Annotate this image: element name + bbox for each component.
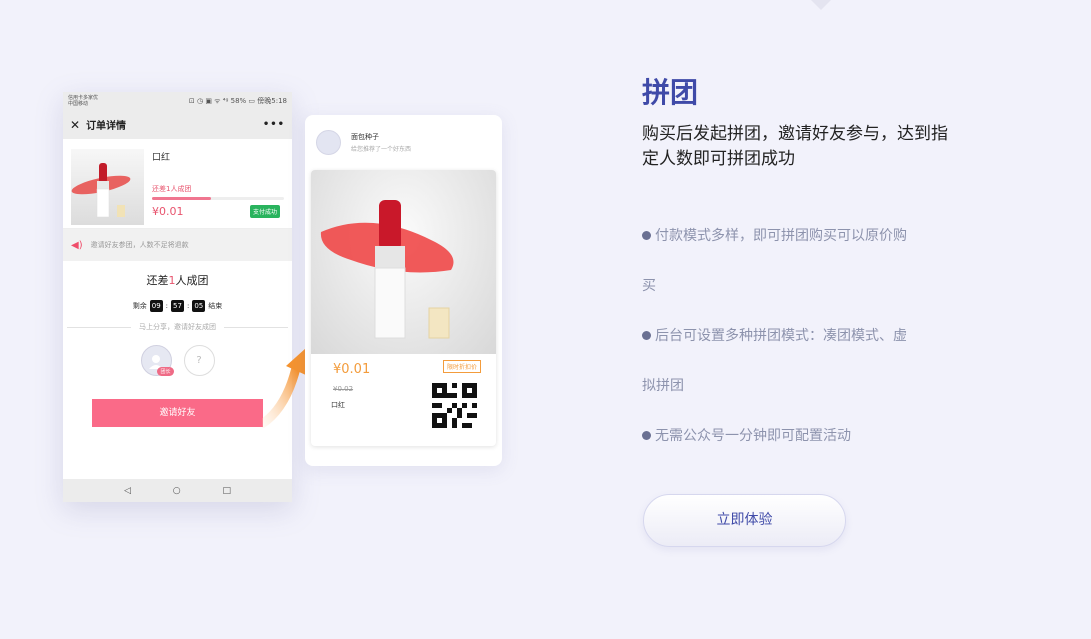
- poster-price: ¥0.01: [333, 362, 371, 377]
- carrier-info: 信用卡多家优 中国移动: [68, 95, 98, 107]
- phone-mockup: 信用卡多家优 中国移动 ⊡ ◷ ▣ ᯤ ⁴ᵍ 58% ▭ 傍晚5:18 ✕ 订单…: [63, 92, 292, 502]
- share-poster-card: 面包种子 给您推荐了一个好东西 ¥0.01 ¥0.02 口红 限时折扣价: [305, 115, 502, 466]
- bullet-dot: [642, 431, 651, 440]
- timer-suffix: 结束: [208, 302, 223, 310]
- bullet-dot: [642, 231, 651, 240]
- feature-item-text: 买: [642, 278, 656, 294]
- speaker-icon: ◀): [71, 239, 83, 251]
- timer-hours: 09: [149, 300, 163, 312]
- top-notch-indicator: [811, 0, 831, 10]
- poster-user-name: 面包种子: [351, 133, 379, 141]
- timer-seconds: 05: [192, 300, 206, 312]
- share-hint: 马上分享，邀请好友成团: [139, 323, 216, 331]
- more-icon[interactable]: •••: [263, 119, 285, 130]
- share-divider: 马上分享，邀请好友成团: [67, 322, 288, 332]
- feature-item-1-cont: 买: [642, 275, 656, 295]
- empty-member-slot[interactable]: ?: [183, 345, 215, 376]
- notice-bar: ◀) 邀请好友参团，人数不足将退款: [63, 229, 292, 261]
- group-lack-text: 还差1人成团: [152, 185, 192, 193]
- feature-item-2-cont: 拟拼团: [642, 375, 684, 395]
- feature-item-2: 后台可设置多种拼团模式：凑团模式、虚: [642, 325, 907, 345]
- group-progress-fill: [152, 197, 212, 200]
- try-now-button[interactable]: 立即体验: [643, 494, 846, 547]
- member-avatars: 团长 ?: [63, 345, 292, 376]
- poster-original-price: ¥0.02: [333, 385, 354, 393]
- lack-number: 1: [168, 274, 176, 287]
- status-bar: 信用卡多家优 中国移动 ⊡ ◷ ▣ ᯤ ⁴ᵍ 58% ▭ 傍晚5:18: [63, 92, 292, 110]
- divider-line-left: [67, 326, 131, 328]
- feature-item-1: 付款模式多样，即可拼团购买可以原价购: [642, 225, 907, 245]
- notice-text: 邀请好友参团，人数不足将退款: [90, 241, 189, 249]
- close-icon[interactable]: ✕: [70, 118, 80, 132]
- group-status-heading: 还差1人成团: [63, 272, 292, 288]
- carrier-line-2: 中国移动: [68, 101, 89, 107]
- timer-prefix: 剩余: [132, 302, 147, 310]
- leader-avatar: 团长: [140, 345, 174, 376]
- feature-title: 拼团: [642, 76, 699, 109]
- product-name: 口红: [152, 153, 171, 163]
- poster-body: ¥0.01 ¥0.02 口红 限时折扣价: [311, 170, 496, 446]
- feature-item-text: 无需公众号一分钟即可配置活动: [655, 428, 851, 444]
- feature-item-text: 后台可设置多种拼团模式：凑团模式、虚: [655, 328, 907, 344]
- group-progress-bar: [152, 197, 284, 200]
- divider-line-right: [224, 326, 288, 328]
- back-icon[interactable]: ◁: [124, 486, 131, 496]
- countdown-timer: 剩余 09: 57: 05 结束: [132, 300, 223, 312]
- user-avatar: [316, 130, 341, 155]
- poster-product-name: 口红: [331, 401, 345, 409]
- timer-minutes: 57: [171, 300, 184, 312]
- leader-tag: 团长: [157, 367, 174, 376]
- lack-prefix: 还差: [146, 274, 169, 287]
- limited-discount-tag: 限时折扣价: [442, 360, 481, 373]
- product-row: 口红 还差1人成团 ¥0.01 支付成功: [63, 139, 292, 229]
- poster-user-sub: 给您推荐了一个好东西: [351, 146, 412, 153]
- status-icons: ⊡ ◷ ▣ ᯤ ⁴ᵍ 58% ▭ 傍晚5:18: [188, 97, 287, 105]
- android-nav-bar: ◁ ○ □: [63, 479, 292, 502]
- recent-apps-icon[interactable]: □: [223, 486, 232, 496]
- bullet-dot: [642, 331, 651, 340]
- order-detail-header: ✕ 订单详情 •••: [63, 110, 292, 139]
- feature-subtitle: 购买后发起拼团，邀请好友参与，达到指定人数即可拼团成功: [642, 124, 948, 169]
- poster-header: 面包种子 给您推荐了一个好东西: [305, 115, 502, 155]
- poster-user-info: 面包种子 给您推荐了一个好东西: [351, 132, 411, 153]
- feature-item-text: 拟拼团: [642, 378, 684, 394]
- product-info: 口红 还差1人成团 ¥0.01 支付成功: [144, 149, 284, 220]
- qr-code-icon: [432, 383, 477, 428]
- lipstick-thumbnail: [71, 149, 144, 225]
- feature-item-text: 付款模式多样，即可拼团购买可以原价购: [655, 228, 907, 244]
- invite-friends-button[interactable]: 邀请好友: [92, 399, 263, 427]
- lack-suffix: 人成团: [175, 274, 209, 287]
- page-title: 订单详情: [86, 121, 127, 132]
- feature-item-3: 无需公众号一分钟即可配置活动: [642, 425, 851, 445]
- lipstick-image: [311, 170, 496, 354]
- paid-status-badge: 支付成功: [249, 205, 280, 218]
- home-icon[interactable]: ○: [173, 486, 181, 496]
